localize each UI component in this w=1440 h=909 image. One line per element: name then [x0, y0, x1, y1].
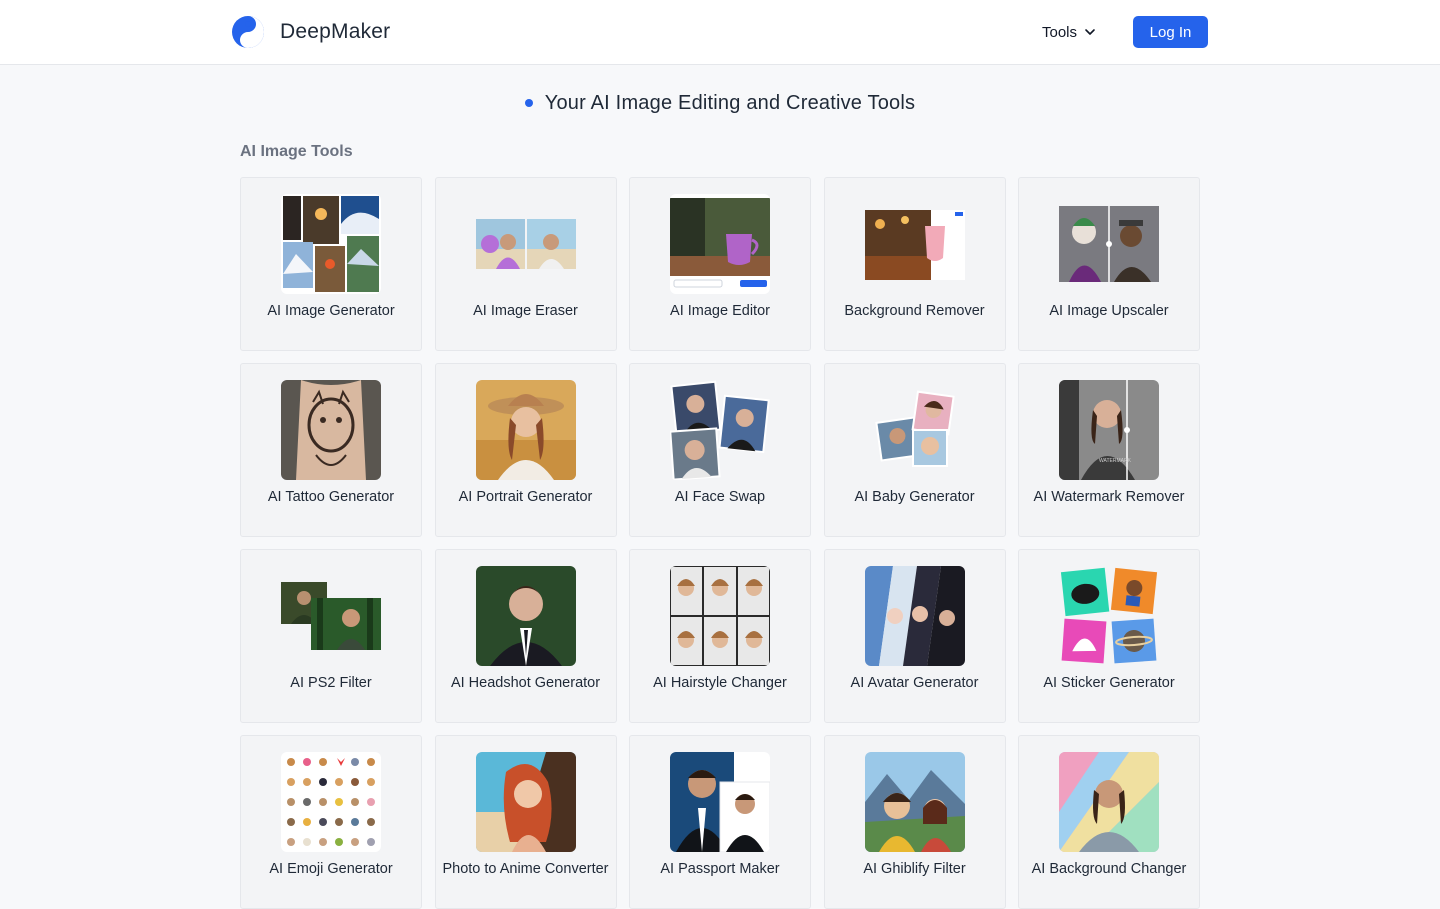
brand-link[interactable]: DeepMaker [231, 15, 390, 49]
tool-card-image-eraser[interactable]: AI Image Eraser [434, 177, 617, 351]
tool-card-passport-maker[interactable]: AI Passport Maker [629, 735, 811, 909]
tools-grid: AI Image Generator AI Image Eraser AI Im… [240, 177, 1200, 909]
brand-name: DeepMaker [280, 20, 391, 43]
anime-converter-thumbnail [475, 752, 576, 852]
tool-card-background-remover[interactable]: Background Remover [823, 177, 1006, 351]
tool-card-face-swap[interactable]: AI Face Swap [629, 363, 811, 537]
top-navbar: DeepMaker Tools Log In [0, 0, 1440, 65]
ghiblify-filter-thumbnail [864, 752, 965, 852]
face-swap-thumbnail [670, 380, 770, 480]
tool-card-ghiblify-filter[interactable]: AI Ghiblify Filter [823, 735, 1006, 909]
tool-card-image-editor[interactable]: AI Image Editor [629, 177, 811, 351]
section-title: AI Image Tools [240, 143, 353, 160]
tool-card-avatar-generator[interactable]: AI Avatar Generator [823, 549, 1006, 723]
background-remover-thumbnail [864, 194, 965, 294]
tool-card-watermark-remover[interactable]: WATERMARK AI Watermark Remover [1018, 363, 1200, 537]
tattoo-generator-thumbnail [281, 380, 381, 480]
tool-card-label: AI Avatar Generator [850, 675, 979, 691]
tools-dropdown-label: Tools [1042, 23, 1078, 41]
chevron-down-icon [1085, 29, 1095, 35]
tool-card-label: Photo to Anime Converter [442, 861, 609, 877]
tool-card-label: AI Image Upscaler [1049, 303, 1169, 319]
tool-card-hairstyle-changer[interactable]: AI Hairstyle Changer [629, 549, 811, 723]
tool-card-label: AI Image Generator [267, 303, 395, 319]
tool-card-emoji-generator[interactable]: AI Emoji Generator [240, 735, 422, 909]
tool-card-label: Background Remover [844, 303, 985, 319]
deepmaker-logo-icon [232, 16, 264, 48]
hero-bullet-dot [524, 99, 533, 107]
image-eraser-thumbnail [475, 194, 576, 294]
emoji-generator-thumbnail [281, 752, 381, 852]
tool-card-label: AI Passport Maker [660, 861, 780, 877]
tool-card-label: AI Headshot Generator [450, 675, 601, 691]
tool-card-label: AI Image Editor [670, 303, 770, 319]
avatar-generator-thumbnail [864, 566, 965, 666]
tool-card-baby-generator[interactable]: AI Baby Generator [823, 363, 1006, 537]
headshot-generator-thumbnail [475, 566, 576, 666]
tool-card-label: AI Image Eraser [473, 303, 578, 319]
tool-card-image-generator[interactable]: AI Image Generator [240, 177, 422, 351]
passport-maker-thumbnail [670, 752, 770, 852]
tool-card-image-upscaler[interactable]: AI Image Upscaler [1018, 177, 1200, 351]
tool-card-label: AI Baby Generator [854, 489, 975, 505]
tool-card-headshot-generator[interactable]: AI Headshot Generator [434, 549, 617, 723]
svg-text:WATERMARK: WATERMARK [1099, 458, 1132, 464]
image-generator-thumbnail [281, 194, 381, 294]
tool-card-label: AI Background Changer [1031, 861, 1187, 877]
tool-card-tattoo-generator[interactable]: AI Tattoo Generator [240, 363, 422, 537]
tool-card-background-changer[interactable]: AI Background Changer [1018, 735, 1200, 909]
watermark-remover-thumbnail: WATERMARK [1059, 380, 1159, 480]
image-editor-thumbnail [670, 194, 770, 294]
sticker-generator-thumbnail [1059, 566, 1159, 666]
tool-card-sticker-generator[interactable]: AI Sticker Generator [1018, 549, 1200, 723]
baby-generator-thumbnail [864, 380, 965, 480]
hero-heading: Your AI Image Editing and Creative Tools [0, 88, 1440, 118]
portrait-generator-thumbnail [475, 380, 576, 480]
tool-card-label: AI Hairstyle Changer [653, 675, 787, 691]
tool-card-label: AI Face Swap [674, 489, 766, 505]
tools-dropdown[interactable]: Tools [1042, 20, 1097, 44]
tool-card-label: AI Watermark Remover [1033, 489, 1185, 505]
ps2-filter-thumbnail [281, 566, 381, 666]
tool-card-portrait-generator[interactable]: AI Portrait Generator [434, 363, 617, 537]
login-button[interactable]: Log In [1133, 16, 1208, 48]
tool-card-label: AI Portrait Generator [458, 489, 593, 505]
hero-title: Your AI Image Editing and Creative Tools [544, 91, 916, 114]
background-changer-thumbnail [1059, 752, 1159, 852]
tool-card-label: AI PS2 Filter [290, 675, 372, 691]
tool-card-label: AI Tattoo Generator [267, 489, 395, 505]
tool-card-anime-converter[interactable]: Photo to Anime Converter [434, 735, 617, 909]
tool-card-label: AI Ghiblify Filter [863, 861, 966, 877]
image-upscaler-thumbnail [1059, 194, 1159, 294]
tool-card-label: AI Emoji Generator [269, 861, 393, 877]
tool-card-ps2-filter[interactable]: AI PS2 Filter [240, 549, 422, 723]
hairstyle-changer-thumbnail [670, 566, 770, 666]
tool-card-label: AI Sticker Generator [1043, 675, 1175, 691]
